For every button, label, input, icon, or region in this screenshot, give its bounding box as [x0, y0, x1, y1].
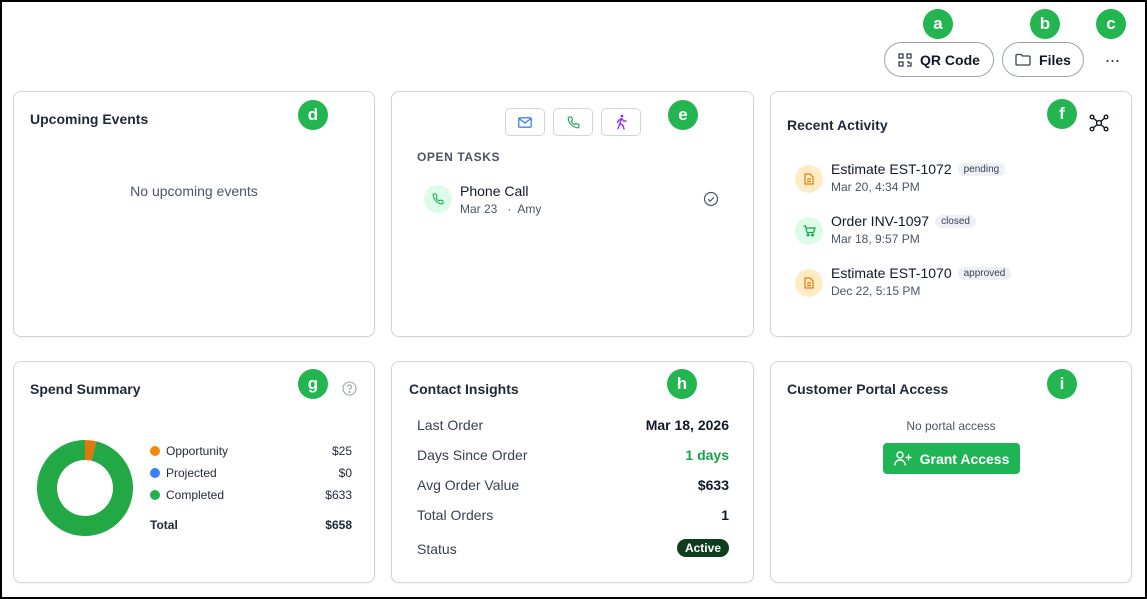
qr-code-label: QR Code — [920, 51, 980, 68]
insight-value: $633 — [697, 477, 729, 493]
mail-icon — [518, 116, 532, 128]
marker-e: e — [668, 100, 698, 130]
contact-insights-title: Contact Insights — [409, 381, 519, 397]
insight-row-avg-order: Avg Order Value $633 — [417, 475, 729, 497]
activity-date: Mar 18, 9:57 PM — [831, 232, 920, 246]
portal-access-title: Customer Portal Access — [787, 381, 949, 397]
insight-label: Days Since Order — [417, 447, 528, 463]
upcoming-events-card: Upcoming Events No upcoming events — [13, 91, 375, 337]
insight-row-status: Status Active — [417, 539, 729, 561]
legend-dot — [150, 490, 160, 500]
insight-value: Mar 18, 2026 — [645, 417, 729, 433]
add-user-icon — [893, 451, 912, 466]
spend-summary-title: Spend Summary — [30, 381, 141, 397]
insight-row-days-since: Days Since Order 1 days — [417, 445, 729, 467]
files-button[interactable]: Files — [1002, 42, 1084, 77]
upcoming-events-empty: No upcoming events — [130, 183, 258, 199]
marker-i: i — [1047, 369, 1077, 399]
activity-status-badge: approved — [957, 267, 1012, 280]
quick-actions — [505, 108, 641, 136]
more-icon: ··· — [1104, 49, 1121, 70]
total-value: $658 — [325, 518, 352, 532]
legend-total-row: Total $658 — [150, 516, 352, 538]
task-item[interactable]: Phone Call Mar 23 · Amy — [424, 182, 719, 218]
marker-c: c — [1096, 9, 1126, 39]
task-name: Phone Call — [460, 183, 529, 199]
total-label: Total — [150, 518, 178, 532]
portal-access-card: Customer Portal Access No portal access … — [770, 361, 1132, 583]
tasks-card: OPEN TASKS Phone Call Mar 23 · Amy — [391, 91, 754, 337]
qr-code-icon — [898, 52, 912, 67]
insight-label: Total Orders — [417, 507, 494, 523]
legend-label: Completed — [166, 488, 225, 502]
grant-access-button[interactable]: Grant Access — [883, 443, 1020, 474]
activity-item-3[interactable]: Estimate EST-1070 approved Dec 22, 5:15 P… — [795, 264, 1115, 304]
phone-icon — [567, 116, 579, 128]
portal-empty-text: No portal access — [906, 419, 996, 433]
complete-check-icon[interactable] — [703, 191, 719, 207]
spend-legend: Opportunity $25 Projected $0 Completed $… — [150, 442, 352, 538]
upcoming-events-title: Upcoming Events — [30, 111, 149, 127]
cart-icon — [795, 217, 823, 245]
document-icon — [795, 269, 823, 297]
marker-a: a — [923, 9, 953, 39]
insight-label: Status — [417, 541, 457, 557]
qr-code-button[interactable]: QR Code — [884, 42, 994, 77]
activity-name: Estimate EST-1072 pending — [831, 161, 1006, 177]
help-icon[interactable] — [342, 381, 357, 396]
grant-access-label: Grant Access — [919, 450, 1010, 467]
task-meta: Mar 23 · Amy — [460, 202, 542, 216]
activity-name: Order INV-1097 closed — [831, 213, 976, 229]
legend-value: $633 — [325, 488, 352, 502]
task-phone-icon — [424, 185, 452, 213]
legend-value: $0 — [338, 466, 352, 480]
walking-person-icon — [616, 114, 627, 130]
status-badge: Active — [676, 539, 729, 557]
insight-value: 1 days — [685, 447, 729, 463]
activity-item-2[interactable]: Order INV-1097 closed Mar 18, 9:57 PM — [795, 212, 1115, 252]
marker-h: h — [667, 369, 697, 399]
legend-dot — [150, 446, 160, 456]
email-button[interactable] — [505, 108, 545, 136]
legend-label: Opportunity — [166, 444, 229, 458]
folder-icon — [1015, 53, 1031, 66]
insight-label: Last Order — [417, 417, 484, 433]
activity-name: Estimate EST-1070 approved — [831, 265, 1012, 281]
legend-value: $25 — [331, 444, 352, 458]
more-options-button[interactable]: ··· — [1100, 50, 1124, 70]
document-icon — [795, 165, 823, 193]
activity-status-badge: pending — [957, 163, 1006, 176]
network-icon[interactable] — [1089, 114, 1109, 132]
legend-row-projected: Projected $0 — [150, 464, 352, 486]
recent-activity-title: Recent Activity — [787, 117, 888, 133]
insight-row-total-orders: Total Orders 1 — [417, 505, 729, 527]
legend-label: Projected — [166, 466, 217, 480]
donut-slice-completed — [37, 440, 133, 536]
open-tasks-label: OPEN TASKS — [417, 150, 501, 164]
spend-donut-chart — [37, 440, 133, 536]
activity-date: Dec 22, 5:15 PM — [831, 284, 921, 298]
marker-g: g — [298, 369, 328, 399]
activity-item-1[interactable]: Estimate EST-1072 pending Mar 20, 4:34 PM — [795, 160, 1115, 200]
legend-row-completed: Completed $633 — [150, 486, 352, 508]
insight-row-last-order: Last Order Mar 18, 2026 — [417, 415, 729, 437]
files-label: Files — [1039, 51, 1071, 68]
marker-d: d — [298, 100, 328, 130]
insight-value: 1 — [721, 507, 729, 523]
legend-dot — [150, 468, 160, 478]
contact-insights-card: Contact Insights Last Order Mar 18, 2026… — [391, 361, 754, 583]
activity-status-badge: closed — [935, 215, 976, 228]
visit-button[interactable] — [601, 108, 641, 136]
insight-label: Avg Order Value — [417, 477, 520, 493]
marker-f: f — [1047, 99, 1077, 129]
legend-row-opportunity: Opportunity $25 — [150, 442, 352, 464]
activity-date: Mar 20, 4:34 PM — [831, 180, 920, 194]
call-button[interactable] — [553, 108, 593, 136]
marker-b: b — [1030, 9, 1060, 39]
recent-activity-card: Recent Activity Estimate EST-1072 pending… — [770, 91, 1132, 337]
